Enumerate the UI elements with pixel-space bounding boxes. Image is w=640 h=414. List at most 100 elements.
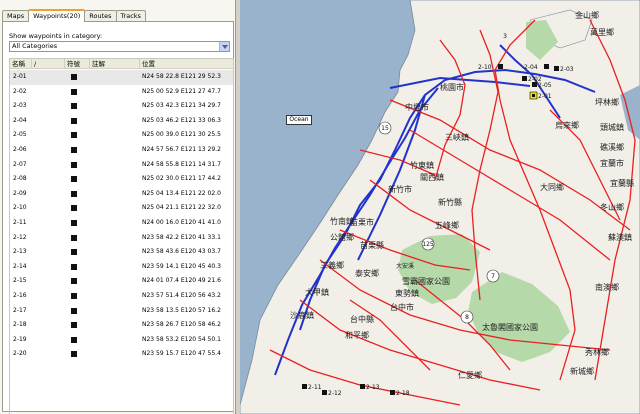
header-sort[interactable]: / [32, 59, 65, 69]
place-label: 秀林鄉 [585, 347, 609, 357]
table-row[interactable]: 2-01 N24 58 22.8 E121 29 52.3 [10, 70, 233, 85]
table-row[interactable]: 2-03 N25 03 42.3 E121 34 29.7 [10, 99, 233, 114]
waypoint-name: 2-11 [13, 219, 27, 226]
table-row[interactable]: 2-15 N24 01 07.4 E120 49 21.6 [10, 274, 233, 289]
waypoint-marker[interactable]: 2-01 [529, 91, 552, 100]
dropdown-arrow-icon[interactable] [219, 42, 229, 51]
place-label: 坪林鄉 [595, 97, 619, 107]
waypoint-name: 2-20 [13, 350, 27, 358]
place-label: 萬里鄉 [590, 27, 614, 37]
table-row[interactable]: 2-11 N24 00 16.0 E120 41 41.0 [10, 216, 233, 231]
waypoint-name: 2-13 [13, 248, 27, 256]
waypoint-symbol-icon [71, 205, 77, 212]
place-label: 大甲鎮 [305, 287, 329, 297]
place-label: 太魯閣國家公園 [482, 322, 538, 332]
place-label: 五峰鄉 [435, 220, 459, 230]
header-symbol[interactable]: 符號 [65, 59, 90, 69]
table-row[interactable]: 2-20 N23 59 15.7 E120 47 55.4 [10, 347, 233, 362]
place-label: 頭城鎮 [600, 122, 624, 132]
waypoint-name: 2-06 [13, 146, 27, 153]
waypoint-position: N23 58 43.6 E120 43 03.7 [142, 248, 221, 256]
place-label: 台中縣 [350, 314, 374, 324]
waypoint-position: N23 58 53.2 E120 54 50.1 [142, 335, 221, 343]
table-header: 名稱 / 符號 註解 位置 [10, 59, 233, 69]
table-row[interactable]: 2-09 N25 04 13.4 E121 22 02.0 [10, 187, 233, 202]
ocean-label: Ocean [286, 115, 312, 125]
map-canvas: 15 125 7 8 3 金山鄉 萬里鄉 坪林鄉 烏來鄉 新竹縣 五峰鄉 苗栗縣… [240, 0, 640, 414]
waypoint-name: 2-05 [13, 131, 27, 139]
place-label: 雪霸國家公園 [402, 276, 450, 286]
place-label: 台中市 [390, 302, 414, 312]
waypoint-position: N23 58 26.7 E120 58 46.2 [142, 321, 221, 329]
waypoint-position: N23 59 14.1 E120 45 40.3 [142, 262, 221, 270]
waypoint-symbol-icon [71, 322, 77, 329]
place-label: 竹東鎮 [410, 160, 434, 170]
svg-text:2-11: 2-11 [308, 384, 322, 391]
place-label: 南澳鄉 [595, 282, 619, 292]
tab-waypoints[interactable]: Waypoints(20) [28, 9, 86, 22]
table-row[interactable]: 2-10 N25 04 21.1 E121 22 32.0 [10, 201, 233, 216]
header-position[interactable]: 位置 [140, 59, 233, 69]
waypoint-position: N23 58 42.2 E120 41 33.1 [142, 233, 221, 241]
route-7: 7 [491, 273, 495, 280]
table-row[interactable]: 2-02 N25 00 52.9 E121 27 47.7 [10, 85, 233, 100]
waypoint-name: 2-02 [13, 87, 27, 95]
route-15: 15 [381, 125, 389, 132]
table-row[interactable]: 2-17 N23 58 13.5 E120 57 16.2 [10, 304, 233, 319]
waypoint-position: N24 58 22.8 E121 29 52.3 [142, 73, 221, 80]
waypoint-symbol-icon [71, 74, 77, 80]
waypoint-symbol-icon [71, 190, 77, 197]
svg-text:2-13: 2-13 [366, 384, 380, 391]
table-row[interactable]: 2-19 N23 58 53.2 E120 54 50.1 [10, 333, 233, 348]
waypoint-symbol-icon [71, 234, 77, 241]
place-label: 新竹市 [388, 184, 412, 194]
place-label: 仁愛鄉 [458, 370, 482, 380]
waypoint-symbol-icon [71, 147, 77, 153]
svg-text:2-01: 2-01 [538, 93, 552, 100]
waypoint-symbol-icon [71, 88, 77, 95]
table-row[interactable]: 2-18 N23 58 26.7 E120 58 46.2 [10, 318, 233, 333]
waypoint-position: N25 03 42.3 E121 34 29.7 [142, 102, 221, 110]
header-comment[interactable]: 註解 [90, 59, 140, 69]
waypoint-position: N23 59 15.7 E120 47 55.4 [142, 350, 221, 358]
place-label: 泰安鄉 [355, 268, 379, 278]
table-row[interactable]: 2-04 N25 03 46.2 E121 33 06.3 [10, 114, 233, 129]
table-row[interactable]: 2-07 N24 58 55.8 E121 14 31.7 [10, 158, 233, 173]
route-125: 125 [422, 241, 434, 248]
table-row[interactable]: 2-14 N23 59 14.1 E120 45 40.3 [10, 260, 233, 275]
waypoint-symbol-icon [71, 161, 77, 168]
waypoint-position: N25 04 13.4 E121 22 02.0 [142, 189, 221, 197]
waypoint-position: N25 00 52.9 E121 27 47.7 [142, 87, 221, 95]
header-name[interactable]: 名稱 [10, 59, 32, 69]
place-label: 三峽鎮 [445, 132, 469, 142]
waypoint-position: N25 04 21.1 E121 22 32.0 [142, 204, 221, 212]
waypoint-name: 2-12 [13, 233, 27, 241]
waypoint-position: N23 58 13.5 E120 57 16.2 [142, 306, 221, 314]
map-view[interactable]: 15 125 7 8 3 金山鄉 萬里鄉 坪林鄉 烏來鄉 新竹縣 五峰鄉 苗栗縣… [240, 0, 640, 414]
svg-text:2-18: 2-18 [396, 390, 410, 397]
place-label: 宜蘭縣 [610, 178, 634, 188]
waypoint-name: 2-16 [13, 292, 27, 299]
waypoint-symbol-icon [71, 220, 77, 226]
table-row[interactable]: 2-13 N23 58 43.6 E120 43 03.7 [10, 245, 233, 260]
place-label: 苗栗縣 [360, 240, 384, 250]
svg-text:2-04: 2-04 [524, 64, 538, 71]
table-row[interactable]: 2-16 N23 57 51.4 E120 56 43.2 [10, 289, 233, 304]
waypoint-symbol-icon [71, 307, 77, 314]
category-selected: All Categories [12, 42, 58, 50]
table-row[interactable]: 2-12 N23 58 42.2 E120 41 33.1 [10, 231, 233, 246]
waypoint-name: 2-18 [13, 321, 27, 329]
waypoints-panel: Maps Waypoints(20) Routes Tracks Show wa… [0, 0, 236, 414]
table-row[interactable]: 2-05 N25 00 39.0 E121 30 25.5 [10, 128, 233, 143]
place-label: 東勢鎮 [395, 288, 419, 298]
table-row[interactable]: 2-08 N25 02 30.0 E121 17 44.2 [10, 172, 233, 187]
waypoint-name: 2-19 [13, 335, 27, 343]
place-label: 大安溪 [396, 262, 414, 270]
category-dropdown[interactable]: All Categories [9, 41, 230, 52]
waypoint-name: 2-17 [13, 306, 27, 314]
place-label: 中壢市 [405, 102, 429, 112]
waypoint-position: N25 00 39.0 E121 30 25.5 [142, 131, 221, 139]
table-row[interactable]: 2-06 N24 57 56.7 E121 13 29.2 [10, 143, 233, 158]
place-label: 新城鄉 [570, 366, 594, 376]
route-8: 8 [465, 314, 469, 321]
